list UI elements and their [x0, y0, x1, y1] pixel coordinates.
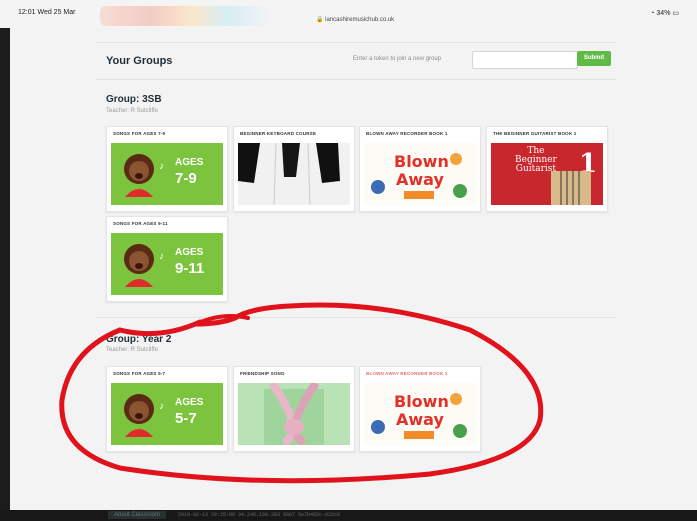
bottom-bar: About Classroom 2019-02-13 20:25:00 34.2… — [0, 510, 697, 521]
ages-label: AGES — [175, 157, 204, 168]
card-title: THE BEGINNER GUITARIST BOOK 1 — [493, 131, 577, 136]
course-card-songs-9-11[interactable]: SONGS FOR AGES 9-11 ♪ AGES 9-11 — [106, 216, 228, 302]
status-indicators: ◔ 34% ▭ — [650, 9, 679, 17]
divider — [96, 42, 616, 43]
singer-icon — [124, 154, 154, 197]
card-title: BLOWN AWAY RECORDER BOOK 1 — [366, 131, 448, 136]
card-thumbnail: Blown Away — [364, 383, 476, 445]
address-bar-url[interactable]: 🔒 lancashiremusichub.co.uk — [316, 16, 394, 23]
card-title: BLOWN AWAY RECORDER BOOK 1 — [366, 371, 448, 376]
group-teacher: Teacher: R Sutcliffe — [106, 108, 158, 114]
token-input[interactable] — [472, 51, 578, 69]
piano-keys-image — [238, 143, 350, 205]
ages-label: AGES — [175, 397, 204, 408]
course-card-songs-5-7[interactable]: SONGS FOR AGES 5-7 ♪ AGES 5-7 — [106, 366, 228, 452]
ages-label: AGES — [175, 247, 204, 258]
ages-range: 7-9 — [175, 170, 197, 187]
url-text: lancashiremusichub.co.uk — [325, 17, 395, 23]
status-time: 12:01 Wed 25 Mar — [18, 9, 76, 16]
battery-percent: 34% — [656, 10, 671, 17]
group-title: Group: 3SB — [106, 94, 162, 105]
svg-text:Away: Away — [396, 410, 444, 429]
course-card-recorder[interactable]: BLOWN AWAY RECORDER BOOK 1 Blown Away — [359, 126, 481, 212]
about-button[interactable]: About Classroom — [108, 511, 167, 519]
token-label: Enter a token to join a new group — [353, 56, 442, 62]
svg-text:Blown: Blown — [394, 152, 449, 171]
card-thumbnail: ♪ AGES 7-9 — [111, 143, 223, 205]
group-title: Group: Year 2 — [106, 334, 172, 345]
singer-icon — [124, 244, 154, 287]
music-note-icon: ♪ — [159, 161, 164, 172]
battery-icon: ▭ — [672, 10, 679, 17]
holding-hands-image — [238, 383, 350, 445]
course-card-friendship[interactable]: FRIENDSHIP SONG — [233, 366, 355, 452]
card-title: SONGS FOR AGES 5-7 — [113, 371, 166, 376]
card-thumbnail: ♪ AGES 5-7 — [111, 383, 223, 445]
blown-away-cover-image: Blown Away — [364, 143, 476, 205]
page-title: Your Groups — [106, 55, 173, 67]
divider — [96, 317, 616, 318]
card-thumbnail: Blown Away — [364, 143, 476, 205]
ages-range: 9-11 — [175, 260, 205, 277]
svg-text:Blown: Blown — [394, 392, 449, 411]
music-note-icon: ♪ — [159, 401, 164, 412]
browser-tab[interactable] — [100, 6, 270, 26]
course-card-recorder[interactable]: BLOWN AWAY RECORDER BOOK 1 Blown Away — [359, 366, 481, 452]
card-title: SONGS FOR AGES 7-9 — [113, 131, 166, 136]
card-thumbnail — [238, 383, 350, 445]
status-bar: 12:01 Wed 25 Mar 🔒 lancashiremusichub.co… — [0, 0, 697, 28]
ages-range: 5-7 — [175, 410, 197, 427]
music-note-icon: ♪ — [159, 251, 164, 262]
group-teacher: Teacher: R Sutcliffe — [106, 347, 158, 353]
singer-icon — [124, 394, 154, 437]
course-card-songs-7-9[interactable]: SONGS FOR AGES 7-9 ♪ AGES 7-9 — [106, 126, 228, 212]
guitar-image — [551, 171, 591, 205]
card-thumbnail — [238, 143, 350, 205]
card-thumbnail: The Beginner Guitarist 1 — [491, 143, 603, 205]
groups-header: Your Groups Enter a token to join a new … — [96, 48, 616, 72]
course-card-guitar[interactable]: THE BEGINNER GUITARIST BOOK 1 The Beginn… — [486, 126, 608, 212]
footer-info: 2019-02-13 20:25:00 34.246.190.203 8007 … — [178, 512, 341, 518]
svg-text:Away: Away — [396, 170, 444, 189]
card-title: SONGS FOR AGES 9-11 — [113, 221, 168, 226]
submit-button[interactable]: Submit — [577, 51, 611, 66]
card-title: FRIENDSHIP SONG — [240, 371, 285, 376]
course-card-keyboard[interactable]: BEGINNER KEYBOARD COURSE — [233, 126, 355, 212]
divider — [96, 79, 616, 80]
card-thumbnail: ♪ AGES 9-11 — [111, 233, 223, 295]
blown-away-cover-image: Blown Away — [364, 383, 476, 445]
card-title: BEGINNER KEYBOARD COURSE — [240, 131, 317, 136]
